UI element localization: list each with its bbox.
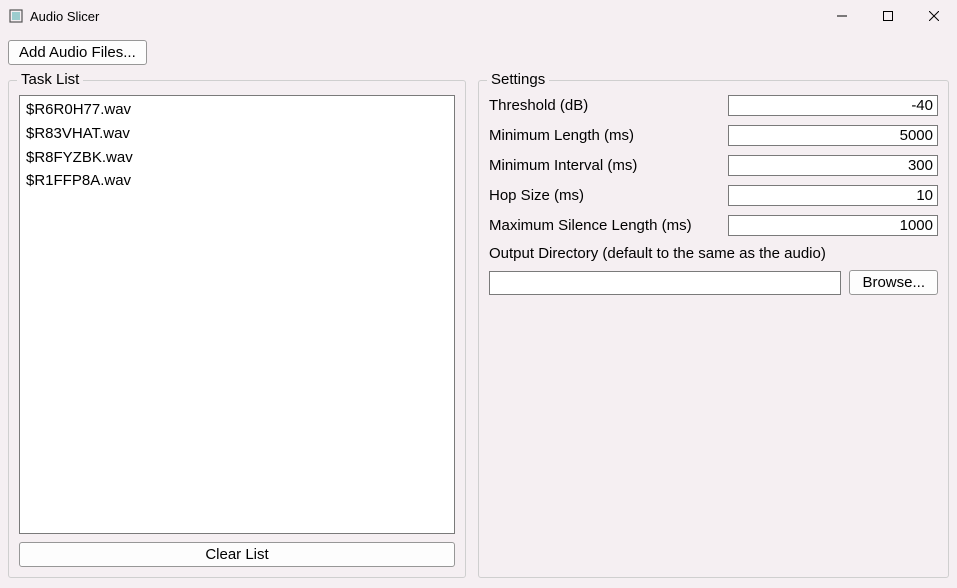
list-item[interactable]: $R6R0H77.wav — [22, 98, 452, 122]
threshold-label: Threshold (dB) — [489, 97, 718, 114]
content-area: Add Audio Files... Task List $R6R0H77.wa… — [0, 32, 957, 586]
output-directory-label: Output Directory (default to the same as… — [489, 245, 938, 262]
min-interval-label: Minimum Interval (ms) — [489, 157, 718, 174]
window-title: Audio Slicer — [30, 9, 819, 24]
task-list-title: Task List — [17, 71, 83, 88]
threshold-row: Threshold (dB) — [489, 95, 938, 116]
browse-button[interactable]: Browse... — [849, 270, 938, 295]
maximize-button[interactable] — [865, 0, 911, 32]
minimize-button[interactable] — [819, 0, 865, 32]
max-silence-input[interactable] — [728, 215, 938, 236]
list-item[interactable]: $R8FYZBK.wav — [22, 146, 452, 170]
min-interval-row: Minimum Interval (ms) — [489, 155, 938, 176]
window-controls — [819, 0, 957, 32]
settings-title: Settings — [487, 71, 549, 88]
hop-size-label: Hop Size (ms) — [489, 187, 718, 204]
titlebar: Audio Slicer — [0, 0, 957, 32]
task-list-group: Task List $R6R0H77.wav$R83VHAT.wav$R8FYZ… — [8, 80, 466, 578]
task-list[interactable]: $R6R0H77.wav$R83VHAT.wav$R8FYZBK.wav$R1F… — [19, 95, 455, 534]
close-button[interactable] — [911, 0, 957, 32]
app-icon — [8, 8, 24, 24]
max-silence-label: Maximum Silence Length (ms) — [489, 217, 718, 234]
hop-size-row: Hop Size (ms) — [489, 185, 938, 206]
list-item[interactable]: $R83VHAT.wav — [22, 122, 452, 146]
min-interval-input[interactable] — [728, 155, 938, 176]
threshold-input[interactable] — [728, 95, 938, 116]
main-row: Task List $R6R0H77.wav$R83VHAT.wav$R8FYZ… — [8, 73, 949, 578]
hop-size-input[interactable] — [728, 185, 938, 206]
output-directory-input[interactable] — [489, 271, 841, 295]
min-length-label: Minimum Length (ms) — [489, 127, 718, 144]
settings-group: Settings Threshold (dB) Minimum Length (… — [478, 80, 949, 578]
add-audio-files-button[interactable]: Add Audio Files... — [8, 40, 147, 65]
output-directory-row: Browse... — [489, 270, 938, 295]
min-length-input[interactable] — [728, 125, 938, 146]
clear-list-button[interactable]: Clear List — [19, 542, 455, 567]
min-length-row: Minimum Length (ms) — [489, 125, 938, 146]
list-item[interactable]: $R1FFP8A.wav — [22, 169, 452, 193]
max-silence-row: Maximum Silence Length (ms) — [489, 215, 938, 236]
